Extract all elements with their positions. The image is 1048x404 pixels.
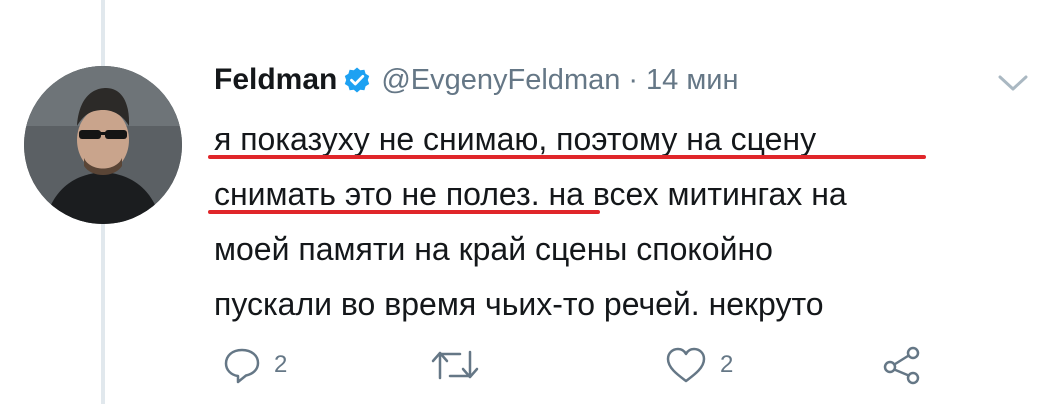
tweet-text: я показуху не снимаю, поэтому на сцену с… xyxy=(214,112,994,332)
like-button[interactable]: 2 xyxy=(664,340,733,390)
share-button[interactable] xyxy=(882,340,922,390)
tweet-text-line: моей памяти на край сцены спокойно xyxy=(214,231,773,267)
share-icon xyxy=(883,346,920,385)
chevron-down-icon[interactable] xyxy=(996,72,1030,94)
tweet-header: Feldman @EvgenyFeldman · 14 мин xyxy=(214,60,739,100)
retweet-icon xyxy=(431,350,479,380)
highlight-underline xyxy=(208,155,926,159)
reply-icon xyxy=(224,348,260,384)
tweet-actions: 2 2 xyxy=(214,340,974,390)
author-handle[interactable]: @EvgenyFeldman xyxy=(381,64,620,97)
like-count: 2 xyxy=(720,351,734,378)
retweet-button[interactable] xyxy=(430,340,480,390)
avatar-image xyxy=(24,66,182,224)
tweet-timestamp[interactable]: 14 мин xyxy=(646,64,738,97)
reply-count: 2 xyxy=(274,351,288,378)
avatar[interactable] xyxy=(24,66,182,224)
highlight-underline xyxy=(208,210,600,214)
author-name[interactable]: Feldman xyxy=(214,63,337,97)
verified-badge-icon xyxy=(343,66,371,94)
header-separator: · xyxy=(628,63,639,96)
tweet-text-line: пускали во время чьих-то речей. некруто xyxy=(214,286,824,322)
reply-button[interactable]: 2 xyxy=(222,340,287,390)
like-icon xyxy=(666,347,706,383)
